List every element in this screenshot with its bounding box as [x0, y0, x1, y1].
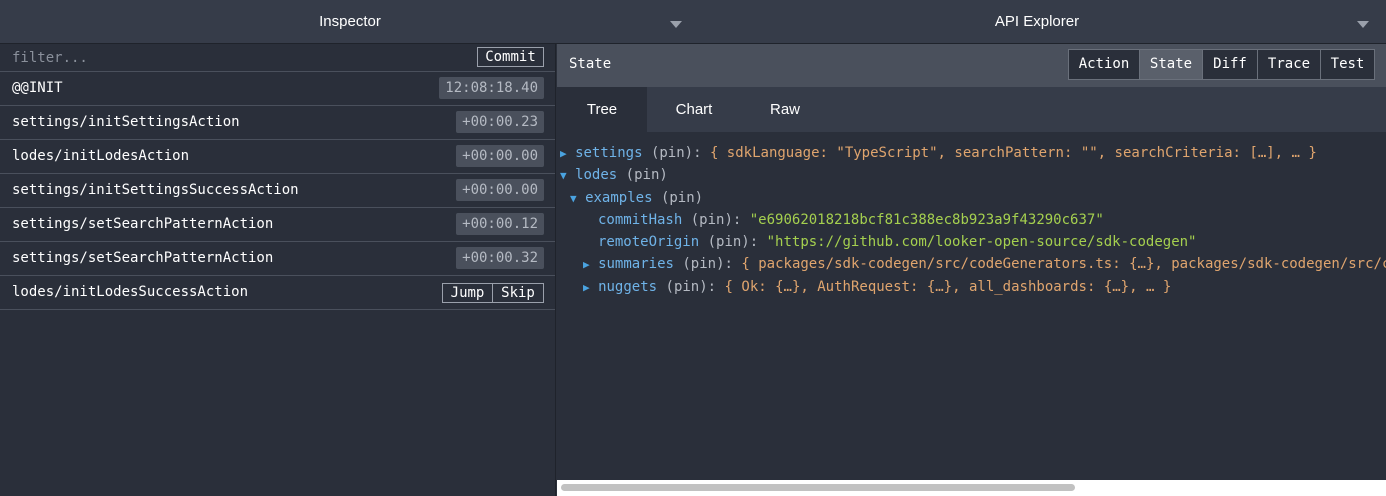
tree-node-settings[interactable]: ▶ settings (pin): { sdkLanguage: "TypeSc…: [560, 142, 1317, 164]
action-time-badge: +00:00.23: [456, 111, 544, 133]
action-row[interactable]: @@INIT 12:08:18.40: [0, 72, 555, 106]
pin-label[interactable]: (pin):: [691, 212, 742, 228]
action-name: settings/setSearchPatternAction: [12, 250, 274, 266]
tree-key: commitHash: [598, 212, 683, 228]
expand-arrow-icon[interactable]: ▶: [583, 281, 590, 294]
tab-tree[interactable]: Tree: [557, 87, 647, 132]
action-name: lodes/initLodesSuccessAction: [12, 284, 249, 300]
action-row[interactable]: settings/initSettingsSuccessAction +00:0…: [0, 174, 555, 208]
scrollbar-thumb[interactable]: [561, 484, 1075, 491]
horizontal-scrollbar[interactable]: [557, 480, 1386, 496]
tab-raw[interactable]: Raw: [741, 87, 829, 132]
pin-label[interactable]: (pin):: [708, 234, 759, 250]
action-time-badge: +00:00.32: [456, 247, 544, 269]
tree-key: settings: [575, 145, 643, 161]
mode-action-button[interactable]: Action: [1068, 49, 1140, 80]
action-time-badge: +00:00.00: [456, 145, 544, 167]
pin-label[interactable]: (pin): [661, 190, 703, 206]
skip-button[interactable]: Skip: [492, 283, 544, 303]
expand-arrow-icon[interactable]: ▶: [583, 258, 590, 271]
action-row[interactable]: settings/setSearchPatternAction +00:00.3…: [0, 242, 555, 276]
mode-state-button[interactable]: State: [1139, 49, 1203, 80]
tree-key: nuggets: [598, 279, 658, 295]
collapse-arrow-icon[interactable]: ▼: [560, 169, 567, 182]
action-name: lodes/initLodesAction: [12, 148, 190, 164]
chevron-down-icon[interactable]: [670, 21, 682, 28]
tab-api-explorer[interactable]: API Explorer: [688, 0, 1386, 44]
tree-summary: { packages/sdk-codegen/src/codeGenerator…: [741, 256, 1386, 272]
tree-node-remote-origin: remoteOrigin (pin): "https://github.com/…: [598, 231, 1196, 253]
tree-key: remoteOrigin: [598, 234, 700, 250]
tree-value: "e69062018218bcf81c388ec8b923a9f43290c63…: [749, 212, 1104, 228]
action-row[interactable]: lodes/initLodesSuccessAction Jump Skip: [0, 276, 555, 310]
app-header: Inspector API Explorer: [0, 0, 1386, 44]
pin-label[interactable]: (pin):: [682, 256, 733, 272]
action-time-badge: 12:08:18.40: [439, 77, 544, 99]
tree-summary: { sdkLanguage: "TypeScript", searchPatte…: [709, 145, 1317, 161]
monitor-panel: State Action State Diff Trace Test Tree …: [557, 44, 1386, 496]
tree-key: summaries: [598, 256, 674, 272]
tree-node-commit-hash: commitHash (pin): "e69062018218bcf81c388…: [598, 209, 1104, 231]
tree-node-nuggets[interactable]: ▶ nuggets (pin): { Ok: {…}, AuthRequest:…: [583, 276, 1171, 298]
action-name: settings/setSearchPatternAction: [12, 216, 274, 232]
pin-label[interactable]: (pin):: [651, 145, 702, 161]
mode-diff-button[interactable]: Diff: [1202, 49, 1258, 80]
pin-label[interactable]: (pin):: [666, 279, 717, 295]
tree-value: "https://github.com/looker-open-source/s…: [766, 234, 1197, 250]
tab-inspector[interactable]: Inspector: [0, 0, 700, 44]
collapse-arrow-icon[interactable]: ▼: [570, 192, 577, 205]
monitor-toolbar: State Action State Diff Trace Test: [557, 44, 1386, 87]
action-row[interactable]: lodes/initLodesAction +00:00.00: [0, 140, 555, 174]
tab-chart[interactable]: Chart: [647, 87, 741, 132]
pin-label[interactable]: (pin): [626, 167, 668, 183]
jump-button[interactable]: Jump: [442, 283, 493, 303]
commit-button[interactable]: Commit: [477, 47, 544, 67]
action-name: settings/initSettingsAction: [12, 114, 240, 130]
action-row[interactable]: settings/setSearchPatternAction +00:00.1…: [0, 208, 555, 242]
mode-trace-button[interactable]: Trace: [1257, 49, 1321, 80]
tree-node-examples[interactable]: ▼ examples (pin): [570, 187, 703, 209]
action-row[interactable]: settings/initSettingsAction +00:00.23: [0, 106, 555, 140]
tree-node-summaries[interactable]: ▶ summaries (pin): { packages/sdk-codege…: [583, 253, 1386, 275]
view-tabs: Tree Chart Raw: [557, 87, 1386, 132]
action-time-badge: +00:00.12: [456, 213, 544, 235]
action-time-badge: +00:00.00: [456, 179, 544, 201]
tree-summary: { Ok: {…}, AuthRequest: {…}, all_dashboa…: [724, 279, 1172, 295]
tree-key: lodes: [575, 167, 618, 183]
monitor-title: State: [569, 56, 612, 72]
expand-arrow-icon[interactable]: ▶: [560, 147, 567, 160]
mode-test-button[interactable]: Test: [1320, 49, 1375, 80]
filter-row: Commit: [0, 44, 555, 72]
chevron-down-icon[interactable]: [1357, 21, 1369, 28]
state-tree: ▶ settings (pin): { sdkLanguage: "TypeSc…: [557, 142, 1386, 480]
action-name: settings/initSettingsSuccessAction: [12, 182, 299, 198]
action-list-panel: Commit @@INIT 12:08:18.40 settings/initS…: [0, 44, 556, 496]
tree-key: examples: [585, 190, 653, 206]
filter-input[interactable]: [2, 44, 462, 71]
action-name: @@INIT: [12, 80, 63, 96]
tree-node-lodes[interactable]: ▼ lodes (pin): [560, 164, 668, 186]
